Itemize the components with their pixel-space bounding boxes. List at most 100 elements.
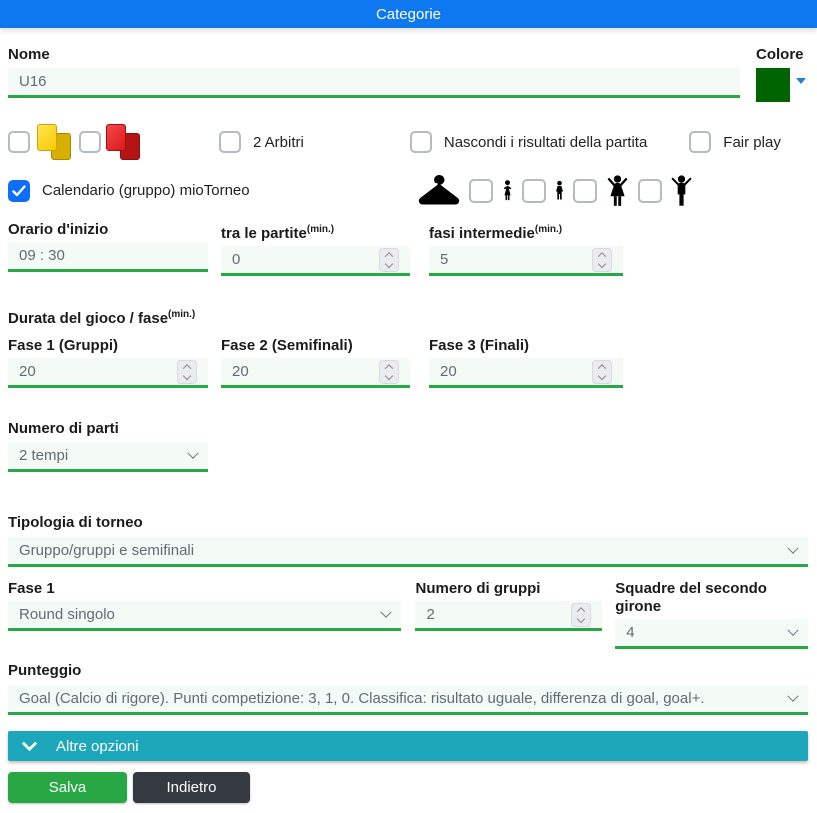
durata-section: Durata del gioco / fase(min.) Fase 1 (Gr… xyxy=(8,306,808,388)
nome-input[interactable] xyxy=(8,68,740,98)
calendario-label: Calendario (gruppo) mioTorneo xyxy=(42,182,250,199)
fasi-intermedie-input[interactable]: 5 xyxy=(429,246,623,276)
orario-inizio-group: Orario d'inizio xyxy=(8,221,208,272)
form-content: Nome Colore 2 Arbitri Nascondi i risulta… xyxy=(0,28,817,813)
fase2-semifinali-input[interactable]: 20 xyxy=(221,358,410,388)
number-spinner[interactable] xyxy=(571,602,592,627)
salva-button[interactable]: Salva xyxy=(8,772,127,803)
fair-play-checkbox[interactable] xyxy=(689,131,712,153)
yellow-card-checkbox[interactable] xyxy=(8,131,30,153)
tra-le-partite-value: 0 xyxy=(232,251,241,268)
fasi-intermedie-unit: (min.) xyxy=(534,224,563,235)
fase2-semifinali-value: 20 xyxy=(232,363,249,380)
tipologia-group: Tipologia di torneo Gruppo/gruppi e semi… xyxy=(8,514,808,567)
fase1-gruppi-value: 20 xyxy=(19,363,36,380)
numero-parti-label: Numero di parti xyxy=(8,420,119,437)
number-spinner[interactable] xyxy=(379,247,399,272)
orari-row: Orario d'inizio tra le partite(min.) 0 f… xyxy=(8,221,808,276)
numero-gruppi-group: Numero di gruppi 2 xyxy=(415,580,603,631)
action-buttons-row: Salva Indietro xyxy=(8,772,808,813)
number-spinner[interactable] xyxy=(379,359,399,384)
nome-field-group: Nome xyxy=(8,46,740,98)
divisa-woman-checkbox[interactable] xyxy=(572,178,597,203)
girl-icon xyxy=(502,180,513,201)
numero-parti-group: Numero di parti 2 tempi xyxy=(8,420,208,472)
punteggio-label: Punteggio xyxy=(8,662,82,679)
color-swatch[interactable] xyxy=(756,68,790,102)
squadre-secondo-girone-select[interactable]: 4 xyxy=(615,619,808,649)
fase1-label: Fase 1 xyxy=(8,580,55,597)
colore-field-group: Colore xyxy=(756,46,808,102)
number-spinner[interactable] xyxy=(592,359,612,384)
page-title: Categorie xyxy=(375,5,442,23)
chevron-down-icon xyxy=(380,606,393,618)
nascondi-risultati-label: Nascondi i risultati della partita xyxy=(443,133,648,151)
number-spinner[interactable] xyxy=(592,247,612,272)
divisa-man-checkbox[interactable] xyxy=(637,178,662,203)
hanger-icon xyxy=(418,174,460,207)
page-header: Categorie xyxy=(0,0,817,28)
durata-heading: Durata del gioco / fase xyxy=(8,310,169,327)
orario-inizio-input[interactable] xyxy=(8,242,208,272)
numero-parti-select[interactable]: 2 tempi xyxy=(8,442,208,472)
punteggio-select[interactable]: Goal (Calcio di rigore). Punti competizi… xyxy=(8,685,808,715)
arbitri-checkbox[interactable] xyxy=(219,131,241,153)
divise-group xyxy=(418,174,692,207)
orario-inizio-label: Orario d'inizio xyxy=(8,221,109,238)
yellow-cards-icon xyxy=(35,124,73,160)
arbitri-label: 2 Arbitri xyxy=(253,133,304,151)
orario-inizio-input-field[interactable] xyxy=(19,247,197,264)
chevron-down-icon xyxy=(787,690,799,702)
options-row: 2 Arbitri Nascondi i risultati della par… xyxy=(8,124,808,160)
altre-opzioni-toggle[interactable]: Altre opzioni xyxy=(8,731,808,761)
nome-colore-row: Nome Colore xyxy=(8,46,808,102)
nome-input-field[interactable] xyxy=(19,73,729,90)
chevron-down-icon xyxy=(787,624,799,636)
boy-icon xyxy=(555,180,564,201)
fase1-value: Round singolo xyxy=(19,606,115,623)
fasi-intermedie-group: fasi intermedie(min.) 5 xyxy=(429,221,623,276)
fase1-gruppi-label: Fase 1 (Gruppi) xyxy=(8,337,119,354)
numero-gruppi-value: 2 xyxy=(426,606,435,623)
tra-le-partite-unit: (min.) xyxy=(306,224,335,235)
fase3-finali-label: Fase 3 (Finali) xyxy=(429,337,530,354)
red-cards-icon xyxy=(104,124,142,160)
tra-le-partite-input[interactable]: 0 xyxy=(221,246,410,276)
durata-unit: (min.) xyxy=(168,309,196,320)
divisa-girl-checkbox[interactable] xyxy=(468,178,493,203)
numero-gruppi-input[interactable]: 2 xyxy=(415,601,603,631)
color-dropdown-arrow-icon[interactable] xyxy=(796,78,806,84)
check-icon xyxy=(12,184,26,196)
chevron-down-icon xyxy=(21,735,38,751)
fase3-finali-input[interactable]: 20 xyxy=(429,358,623,388)
tra-le-partite-label: tra le partite xyxy=(221,225,307,242)
colore-label: Colore xyxy=(756,46,804,63)
calendario-checkbox[interactable] xyxy=(8,179,30,202)
fase2-semifinali-group: Fase 2 (Semifinali) 20 xyxy=(221,337,410,388)
chevron-down-icon xyxy=(187,447,199,459)
tipologia-label: Tipologia di torneo xyxy=(8,514,143,531)
durata-fields-row: Fase 1 (Gruppi) 20 Fase 2 (Semifinali) 2… xyxy=(8,337,808,388)
fase1-gruppi-group: Fase 1 (Gruppi) 20 xyxy=(8,337,208,388)
punteggio-group: Punteggio Goal (Calcio di rigore). Punti… xyxy=(8,662,808,715)
fase1-gruppi-input[interactable]: 20 xyxy=(8,358,208,388)
squadre-secondo-girone-label: Squadre del secondo girone xyxy=(615,580,767,615)
nome-label: Nome xyxy=(8,46,50,63)
divisa-boy-checkbox[interactable] xyxy=(521,178,546,203)
tipologia-value: Gruppo/gruppi e semifinali xyxy=(19,542,195,559)
fasi-intermedie-value: 5 xyxy=(440,251,449,268)
altre-opzioni-label: Altre opzioni xyxy=(56,737,139,755)
squadre-secondo-girone-value: 4 xyxy=(626,624,635,641)
indietro-button[interactable]: Indietro xyxy=(133,772,250,803)
man-icon xyxy=(671,175,692,206)
woman-icon xyxy=(606,175,629,206)
squadre-secondo-girone-group: Squadre del secondo girone 4 xyxy=(615,580,808,649)
number-spinner[interactable] xyxy=(177,359,197,384)
fasi-intermedie-label: fasi intermedie xyxy=(429,225,535,242)
calendario-divise-row: Calendario (gruppo) mioTorneo xyxy=(8,174,808,207)
nascondi-risultati-checkbox[interactable] xyxy=(409,131,432,153)
fase1-select[interactable]: Round singolo xyxy=(8,601,402,631)
fase1-group: Fase 1 Round singolo xyxy=(8,580,402,631)
tipologia-select[interactable]: Gruppo/gruppi e semifinali xyxy=(8,537,808,567)
red-card-checkbox[interactable] xyxy=(79,131,101,153)
